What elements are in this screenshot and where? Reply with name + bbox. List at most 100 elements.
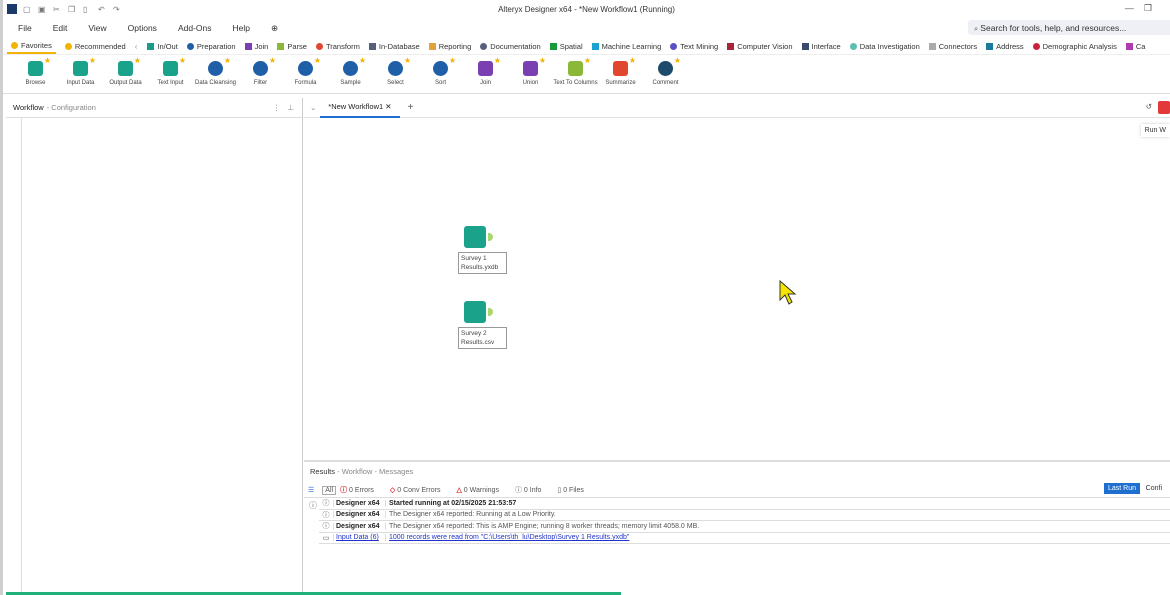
more-icon[interactable]: ⋮ xyxy=(273,103,281,112)
input-data-node-1[interactable]: Survey 1 Results.yxdb xyxy=(458,226,507,274)
menu-help[interactable]: Help xyxy=(232,23,249,33)
category-tab-in-out[interactable]: In/Out xyxy=(147,42,178,51)
close-icon[interactable]: ✕ xyxy=(385,102,391,111)
category-icon xyxy=(591,42,599,50)
category-label: Connectors xyxy=(938,41,978,51)
pin-icon[interactable]: ⊥ xyxy=(287,103,294,112)
tool-label: Browse xyxy=(25,80,46,86)
tool-icon xyxy=(433,61,448,76)
category-tab-spatial[interactable]: Spatial xyxy=(549,42,583,51)
favorite-star-icon: ★ xyxy=(673,56,681,65)
category-tab-reporting[interactable]: Reporting xyxy=(428,42,471,51)
category-tab-text-mining[interactable]: Text Mining xyxy=(670,42,718,51)
tool-label: Text To Columns xyxy=(553,80,598,86)
input-data-node-2[interactable]: Survey 2 Results.csv xyxy=(458,301,507,349)
window-title: Alteryx Designer x64 - *New Workflow1 (R… xyxy=(498,4,675,14)
workflow-canvas[interactable]: ⌄ *New Workflow1 ✕ + ↺ Run W Survey 1 Re… xyxy=(304,98,1170,458)
filter-files[interactable]: ▯ 0 Files xyxy=(557,486,591,494)
message-row[interactable]: ⓘ Designer x64 The Designer x64 reported: … xyxy=(319,521,1170,533)
category-tab-interface[interactable]: Interface xyxy=(801,42,841,51)
tool-input-data[interactable]: ★ Input Data xyxy=(58,55,103,93)
tool-join[interactable]: ★ Join xyxy=(463,55,508,93)
menu-options[interactable]: Options xyxy=(128,23,157,33)
favorite-star-icon: ★ xyxy=(538,56,546,65)
category-tab-favorites[interactable]: Favorites xyxy=(7,38,56,54)
tool-icon xyxy=(568,61,583,76)
category-tab-address[interactable]: Address xyxy=(986,42,1024,51)
menu-file[interactable]: File xyxy=(18,23,32,33)
favorite-star-icon: ★ xyxy=(358,56,366,65)
add-tab-icon[interactable]: + xyxy=(408,102,414,113)
category-tab-join[interactable]: Join xyxy=(244,42,268,51)
category-tab-recommended[interactable]: Recommended xyxy=(64,42,126,51)
last-run-button[interactable]: Last Run xyxy=(1103,483,1140,494)
tool-sort[interactable]: ★ Sort xyxy=(418,55,463,93)
message-row[interactable]: ⓘ Designer x64 Started running at 02/15/20… xyxy=(319,498,1170,510)
globe-icon[interactable]: ⊕ xyxy=(271,23,278,34)
history-icon[interactable]: ↺ xyxy=(1146,102,1152,111)
tool-union[interactable]: ★ Union xyxy=(508,55,553,93)
tool-text-input[interactable]: ★ Text Input xyxy=(148,55,193,93)
results-title: Results xyxy=(310,467,336,476)
favorite-star-icon: ★ xyxy=(313,56,321,65)
category-tab-connectors[interactable]: Connectors xyxy=(928,41,978,51)
category-tab-documentation[interactable]: Documentation xyxy=(480,42,541,51)
config-button[interactable]: Confi xyxy=(1146,485,1162,492)
menu-add-ons[interactable]: Add-Ons xyxy=(178,23,212,33)
tool-text-to-columns[interactable]: ★ Text To Columns xyxy=(553,55,598,93)
category-tab-in-database[interactable]: In-Database xyxy=(368,42,420,51)
minimize-icon[interactable]: — xyxy=(1125,3,1144,13)
category-icon xyxy=(1125,42,1133,50)
category-tab-ca[interactable]: Ca xyxy=(1125,42,1145,51)
tool-label: Join xyxy=(479,80,491,86)
filter-conv-errors[interactable]: ◇ 0 Conv Errors xyxy=(390,486,449,494)
star-icon xyxy=(11,41,18,49)
category-tab-transform[interactable]: Transform xyxy=(315,41,360,51)
help-icon[interactable]: ⓘ xyxy=(309,500,317,511)
filter-errors[interactable]: ⓘ 0 Errors xyxy=(340,485,382,495)
restore-icon[interactable]: ❐ xyxy=(1144,3,1162,13)
message-text[interactable]: 1000 records were read from "C:\Users\th… xyxy=(385,534,629,542)
category-tab-parse[interactable]: Parse xyxy=(277,42,307,51)
category-icon xyxy=(244,42,252,50)
configuration-body xyxy=(21,118,22,595)
tool-select[interactable]: ★ Select xyxy=(373,55,418,93)
tool-palette: ★ Browse ★ Input Data ★ Output Data ★ Text Inpu… xyxy=(3,55,1170,94)
tool-filter[interactable]: ★ Filter xyxy=(238,55,283,93)
message-source[interactable]: Input Data (6) xyxy=(333,534,385,542)
filter-warnings[interactable]: △ 0 Warnings xyxy=(456,486,507,494)
category-tab-machine-learning[interactable]: Machine Learning xyxy=(591,42,661,51)
tool-browse[interactable]: ★ Browse xyxy=(13,55,58,93)
list-icon[interactable]: ☰ xyxy=(308,486,314,494)
category-icon xyxy=(147,42,155,50)
tool-formula[interactable]: ★ Formula xyxy=(283,55,328,93)
category-icon xyxy=(727,42,735,50)
panel-subtitle: - Configuration xyxy=(46,103,96,112)
tool-output-data[interactable]: ★ Output Data xyxy=(103,55,148,93)
category-label: Parse xyxy=(287,41,307,51)
message-row[interactable]: ⓘ Designer x64 The Designer x64 reported: … xyxy=(319,510,1170,521)
tool-data-cleansing[interactable]: ★ Data Cleansing xyxy=(193,55,238,93)
scroll-left-icon[interactable]: ‹ xyxy=(135,42,138,51)
message-row[interactable]: ▭ Input Data (6) 1000 records were read fr… xyxy=(319,533,1170,544)
tool-sample[interactable]: ★ Sample xyxy=(328,55,373,93)
category-tab-preparation[interactable]: Preparation xyxy=(186,41,236,51)
category-tab-data-investigation[interactable]: Data Investigation xyxy=(849,42,920,51)
menu-edit[interactable]: Edit xyxy=(53,23,68,33)
tab-scroll-icon[interactable]: ⌄ xyxy=(310,103,316,112)
category-tab-computer-vision[interactable]: Computer Vision xyxy=(727,41,793,51)
category-label: Transform xyxy=(325,41,360,51)
tab-new-workflow[interactable]: *New Workflow1 ✕ xyxy=(320,98,400,118)
category-icon xyxy=(986,42,994,50)
tool-summarize[interactable]: ★ Summarize xyxy=(598,55,643,93)
category-label: Preparation xyxy=(196,41,236,51)
category-label: Computer Vision xyxy=(737,41,793,51)
search-input[interactable]: ⌕ Search for tools, help, and resources.… xyxy=(968,20,1170,35)
filter-all[interactable]: All xyxy=(322,485,337,495)
favorite-star-icon: ★ xyxy=(448,56,456,65)
filter-info[interactable]: ⓘ 0 Info xyxy=(515,485,549,495)
category-tab-demographic-analysis[interactable]: Demographic Analysis xyxy=(1032,42,1117,51)
tool-comment[interactable]: ★ Comment xyxy=(643,55,688,93)
menu-view[interactable]: View xyxy=(88,23,106,33)
run-button[interactable] xyxy=(1158,101,1170,114)
